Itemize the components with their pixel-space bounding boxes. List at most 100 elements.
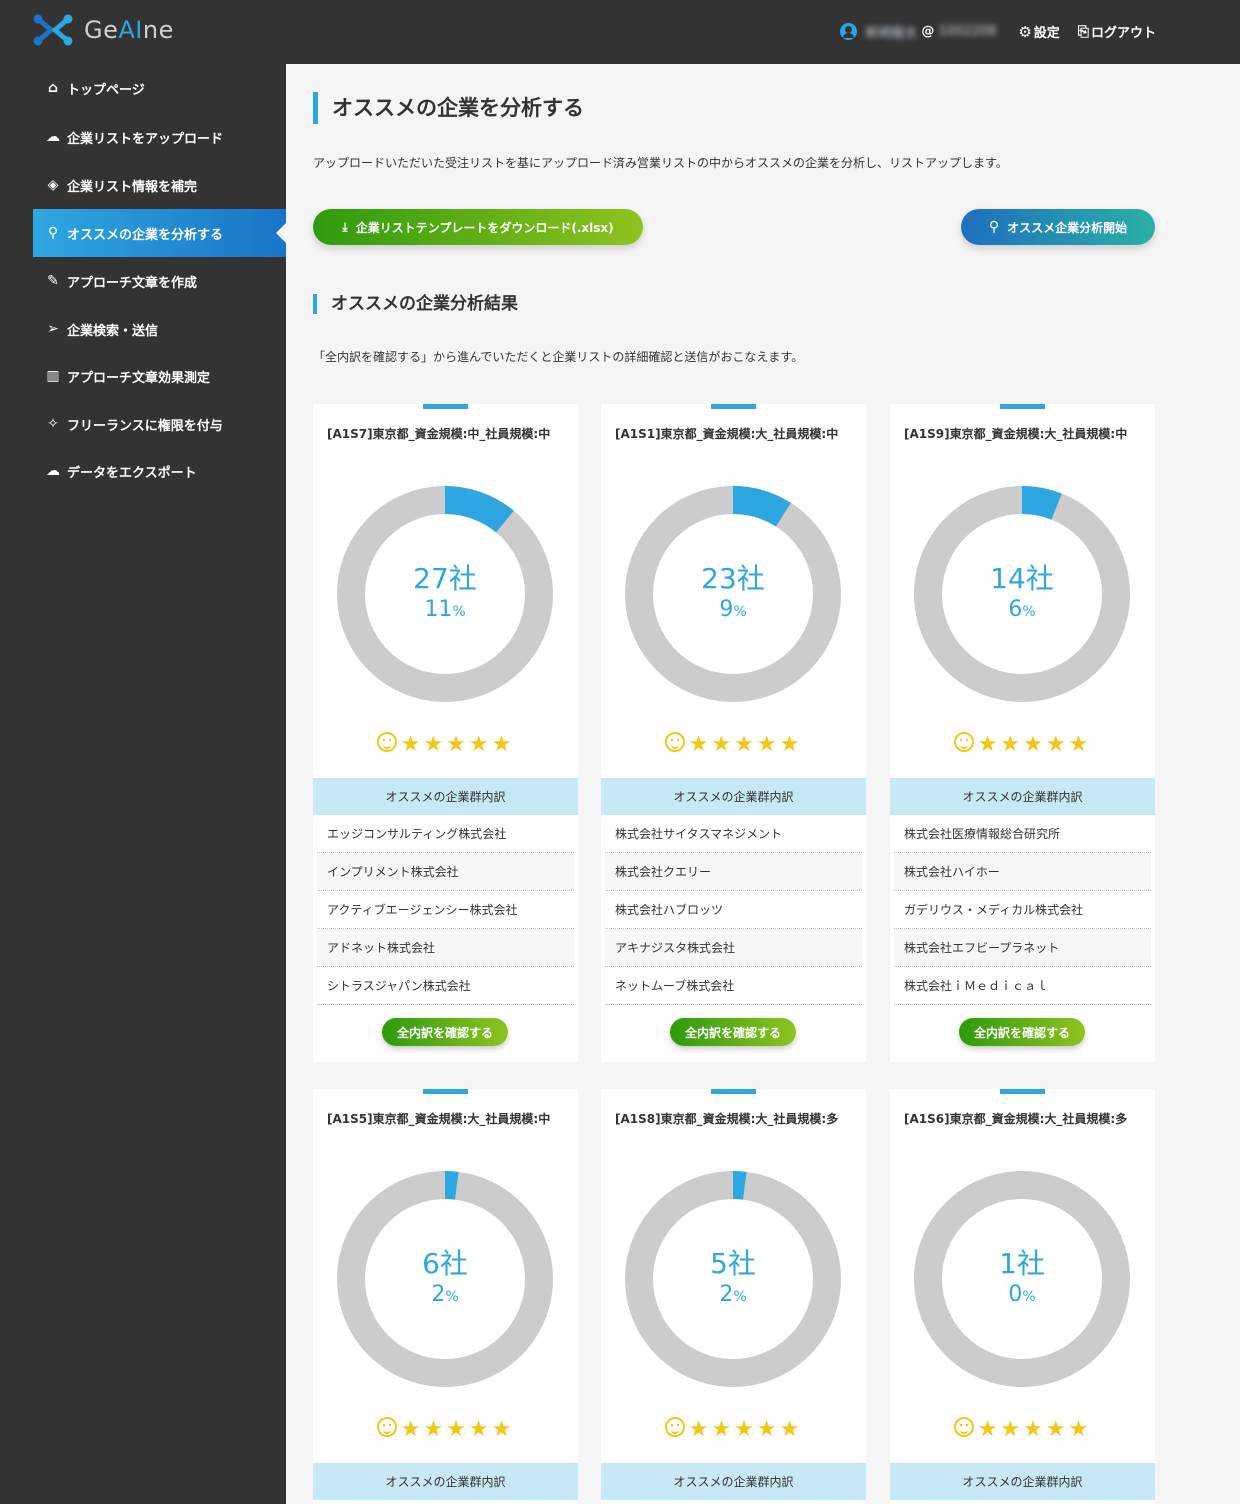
donut-center-label: 6社 2% [337,1171,553,1387]
bar-chart-icon: ▥ [46,368,60,384]
cloud-export-icon: ☁ [46,463,60,479]
gear-icon: ⚙ [1018,22,1032,41]
segment-card: [A1S5]東京都_資金規模:大_社員規模:中 6社 2% ★★★★★ オススメの企業群… [313,1089,578,1504]
sidebar-item-2[interactable]: ◈ 企業リスト情報を補完 [33,161,286,209]
logo[interactable]: GeAIne [32,12,174,48]
layers-icon: ◈ [47,177,59,193]
sidebar-item-0[interactable]: ⌂ トップページ [33,64,286,112]
star-icons: ★★★★★ [400,732,515,757]
card-title: [A1S6]東京都_資金規模:大_社員規模:多 [904,1112,1128,1126]
user-icon [840,23,858,40]
card-accent-tab [423,1089,468,1094]
list-item: 株式会社エフビープラネット [894,929,1151,967]
smile-icon [953,732,974,752]
list-item: 株式会社ハイホー [894,853,1151,891]
start-analysis-label: オススメ企業分析開始 [1007,220,1128,235]
company-count: 14社 [990,562,1054,595]
card-title: [A1S9]東京都_資金規模:大_社員規模:中 [904,427,1128,441]
company-count: 23社 [701,562,765,595]
card-accent-tab [1000,404,1045,409]
card-accent-tab [423,404,468,409]
percent-unit: % [1022,604,1036,620]
smile-icon [376,732,397,752]
list-item: アキナジスタ株式会社 [605,929,862,967]
logout-icon: ⎘ [1077,23,1089,40]
percent-unit: % [733,604,747,620]
star-icons: ★★★★★ [688,1417,803,1442]
list-item: アドネット株式会社 [317,929,574,967]
sidebar-item-5[interactable]: ➢ 企業検索・送信 [33,305,286,353]
star-icons: ★★★★★ [977,732,1092,757]
company-list-header: オススメの企業群内訳 [890,778,1155,815]
start-analysis-button[interactable]: ⚲ オススメ企業分析開始 [961,209,1155,245]
pencil-icon: ✎ [47,273,59,289]
card-title: [A1S7]東京都_資金規模:中_社員規模:中 [327,427,551,441]
company-percent: 6% [1008,596,1035,626]
rating: ★★★★★ [601,1417,866,1442]
company-percent: 2% [719,1281,746,1311]
sidebar-item-label: 企業リストをアップロード [67,131,224,147]
sidebar-item-8[interactable]: ☁ データをエクスポート [33,447,286,495]
settings-link[interactable]: ⚙ 設定 [1018,22,1060,42]
company-list-header: オススメの企業群内訳 [601,778,866,815]
user-name: 新崎龍太 [865,26,918,41]
company-list: エッジコンサルティング株式会社 インプリメント株式会社 アクティブエージェンシー株式… [317,815,574,1005]
rating: ★★★★★ [313,732,578,757]
main-content: オススメの企業を分析する アップロードいただいた受注リストを基にアップロード済み… [286,64,1240,1504]
results-description: 「全内訳を確認する」から進んでいただくと企業リストの詳細確認と送信がおこなえます… [313,350,804,364]
smile-icon [664,732,685,752]
donut-center-label: 5社 2% [625,1171,841,1387]
settings-label: 設定 [1033,26,1060,41]
user-id: 1002208 [938,24,997,39]
list-item: 株式会社ハブロッツ [605,891,862,929]
percent-value: 0 [1008,1282,1023,1307]
logout-label: ログアウト [1090,26,1156,41]
sidebar-item-label: アプローチ文章を作成 [67,275,198,291]
list-item: シトラスジャパン株式会社 [317,967,574,1005]
search-icon: ⚲ [988,219,1000,235]
smile-icon [664,1417,685,1437]
sidebar-item-label: オススメの企業を分析する [67,227,224,243]
sidebar-item-6[interactable]: ▥ アプローチ文章効果測定 [33,352,286,400]
logout-link[interactable]: ⎘ ログアウト [1077,22,1156,42]
smile-icon [376,1417,397,1437]
sidebar-item-label: フリーランスに権限を付与 [67,418,223,434]
percent-unit: % [452,604,466,620]
company-count: 5社 [710,1247,756,1280]
company-list: 株式会社医療情報総合研究所 株式会社ハイホー ガデリウス・メディカル株式会社 株式会社… [894,815,1151,1005]
percent-value: 6 [1008,597,1023,622]
list-item: エッジコンサルティング株式会社 [317,815,574,853]
results-title: オススメの企業分析結果 [313,294,518,314]
list-item: 株式会社ｉＭｅｄｉｃａｌ [894,967,1151,1005]
download-template-button[interactable]: ⤓ 企業リストテンプレートをダウンロード(.xlsx) [313,209,643,245]
card-accent-tab [1000,1089,1045,1094]
list-item: アクティブエージェンシー株式会社 [317,891,574,929]
user-area: 新崎龍太 @ 1002208 ⚙ 設定 ⎘ ログアウト [822,22,1156,41]
segment-card: [A1S9]東京都_資金規模:大_社員規模:中 14社 6% ★★★★★ オススメの企業… [890,404,1155,1062]
card-accent-tab [711,1089,756,1094]
company-count: 1社 [999,1247,1045,1280]
card-title: [A1S1]東京都_資金規模:大_社員規模:中 [615,427,839,441]
sidebar-item-7[interactable]: ✧ フリーランスに権限を付与 [33,400,286,448]
view-all-breakdown-button[interactable]: 全内訳を確認する [670,1018,796,1046]
logo-mark-icon [33,14,73,46]
top-bar: GeAIne 新崎龍太 @ 1002208 ⚙ 設定 ⎘ ログアウト [0,0,1240,64]
sidebar-item-4[interactable]: ✎ アプローチ文章を作成 [33,257,286,305]
segment-card: [A1S8]東京都_資金規模:大_社員規模:多 5社 2% ★★★★★ オススメの企業群… [601,1089,866,1504]
sidebar-item-label: アプローチ文章効果測定 [67,370,211,386]
sidebar-item-label: 企業リスト情報を補完 [67,179,198,195]
star-icons: ★★★★★ [977,1417,1092,1442]
magic-wand-icon: ✧ [47,416,59,432]
segment-card: [A1S7]東京都_資金規模:中_社員規模:中 27社 11% ★★★★★ オススメの企… [313,404,578,1062]
sidebar-item-3[interactable]: ⚲ オススメの企業を分析する [33,209,286,257]
view-all-breakdown-button[interactable]: 全内訳を確認する [382,1018,508,1046]
percent-value: 11 [424,597,453,622]
view-all-breakdown-button[interactable]: 全内訳を確認する [959,1018,1085,1046]
sidebar-item-1[interactable]: ☁ 企業リストをアップロード [33,113,286,161]
user-account[interactable]: 新崎龍太 @ 1002208 [840,22,1000,41]
logo-text: GeAIne [84,16,174,44]
sidebar-item-label: トップページ [67,82,145,98]
company-list: 株式会社サイタスマネジメント 株式会社クエリー 株式会社ハブロッツ アキナジスタ株式会… [605,815,862,1005]
company-list-header: オススメの企業群内訳 [313,778,578,815]
company-list-header: オススメの企業群内訳 [601,1463,866,1500]
